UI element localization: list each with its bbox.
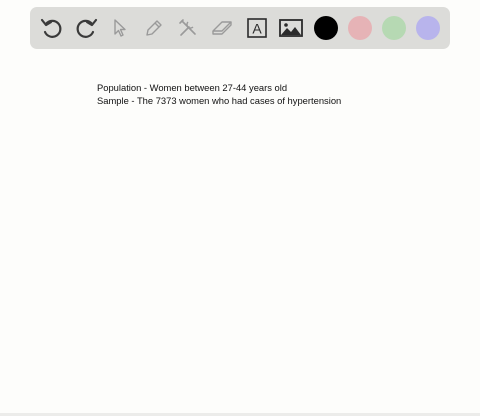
image-icon [279,19,303,37]
undo-icon [40,18,62,38]
tools-icon [179,19,196,36]
drawing-canvas[interactable] [0,0,480,416]
image-button[interactable] [275,12,307,44]
undo-button[interactable] [36,12,68,44]
pencil-button[interactable] [138,12,170,44]
pencil-icon [146,20,162,36]
eraser-button[interactable] [206,12,238,44]
color-blue-swatch[interactable] [416,16,440,40]
redo-button[interactable] [70,12,102,44]
color-red-swatch[interactable] [348,16,372,40]
text-tool-icon: A [247,18,267,38]
color-black-swatch[interactable] [314,16,338,40]
color-green-swatch[interactable] [382,16,406,40]
redo-icon [76,18,98,38]
text-tool-button[interactable]: A [241,12,273,44]
tools-button[interactable] [172,12,204,44]
select-button[interactable] [104,12,136,44]
canvas-text: Population - Women between 27-44 years o… [97,82,341,107]
toolbar: A [30,7,450,49]
svg-text:A: A [252,21,262,37]
sample-line: Sample - The 7373 women who had cases of… [97,94,342,106]
eraser-icon [212,21,232,35]
population-line: Population - Women between 27-44 years o… [97,82,288,93]
select-icon [114,19,126,37]
